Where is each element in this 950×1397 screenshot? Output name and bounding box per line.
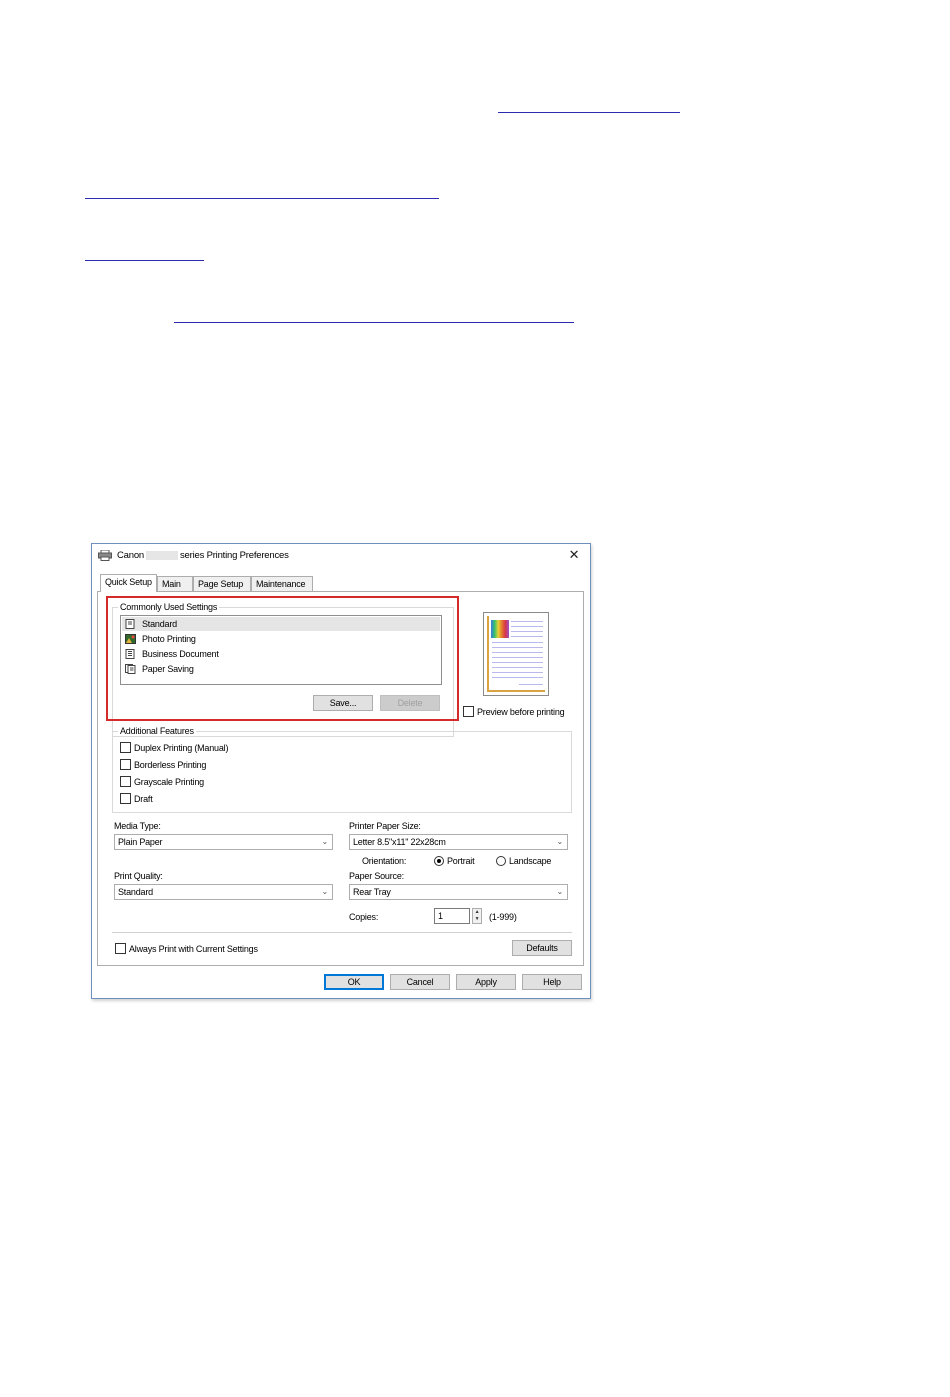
print-quality-select[interactable]: Standard ⌄ [114,884,333,900]
copies-label: Copies: [349,912,379,922]
printer-icon [98,550,112,561]
copies-spinner[interactable]: ▲ ▼ [472,908,482,924]
duplex-printing-label: Duplex Printing (Manual) [134,743,229,753]
paper-source-select[interactable]: Rear Tray ⌄ [349,884,568,900]
printing-preferences-dialog: Canon series Printing Preferences ✕ Quick… [91,543,591,999]
print-quality-label: Print Quality: [114,871,163,881]
page-link[interactable] [174,307,574,323]
preview-checkbox-label: Preview before printing [477,707,565,717]
paper-size-label: Printer Paper Size: [349,821,421,831]
spin-down-icon[interactable]: ▼ [473,916,481,923]
close-icon[interactable]: ✕ [566,547,582,563]
copies-input[interactable]: 1 [434,908,470,924]
tab-quick-setup[interactable]: Quick Setup [100,574,157,592]
paper-size-select[interactable]: Letter 8.5"x11" 22x28cm ⌄ [349,834,568,850]
highlight-frame [106,596,459,721]
redacted-model-name [146,550,178,560]
media-type-label: Media Type: [114,821,161,831]
duplex-printing-checkbox[interactable] [120,742,131,753]
borderless-printing-checkbox[interactable] [120,759,131,770]
always-print-checkbox[interactable] [115,943,126,954]
divider [112,932,572,933]
dialog-title: Canon series Printing Preferences [117,550,289,561]
chevron-down-icon: ⌄ [321,837,328,846]
draft-checkbox[interactable] [120,793,131,804]
preview-image [491,620,509,638]
paper-source-label: Paper Source: [349,871,404,881]
preview-page [487,616,545,692]
media-type-select[interactable]: Plain Paper ⌄ [114,834,333,850]
spin-up-icon[interactable]: ▲ [473,909,481,916]
chevron-down-icon: ⌄ [556,837,563,846]
tab-page-setup[interactable]: Page Setup [193,576,251,591]
tab-maintenance[interactable]: Maintenance [251,576,313,591]
defaults-button[interactable]: Defaults [512,940,572,956]
page-link[interactable] [85,245,204,261]
chevron-down-icon: ⌄ [321,887,328,896]
portrait-label: Portrait [447,856,475,866]
help-button[interactable]: Help [522,974,582,990]
chevron-down-icon: ⌄ [556,887,563,896]
ok-button[interactable]: OK [324,974,384,990]
grayscale-printing-label: Grayscale Printing [134,777,204,787]
landscape-label: Landscape [509,856,552,866]
title-bar: Canon series Printing Preferences ✕ [92,544,590,568]
print-preview [483,612,549,696]
portrait-radio[interactable] [434,856,444,866]
group-label: Additional Features [118,726,196,736]
quick-setup-panel: Commonly Used Settings Standard Photo Pr… [97,591,584,966]
page-link[interactable] [498,97,680,113]
grayscale-printing-checkbox[interactable] [120,776,131,787]
tab-main[interactable]: Main [157,576,193,591]
borderless-printing-label: Borderless Printing [134,760,207,770]
cancel-button[interactable]: Cancel [390,974,450,990]
orientation-label: Orientation: [362,856,407,866]
copies-range: (1-999) [489,912,517,922]
landscape-radio[interactable] [496,856,506,866]
apply-button[interactable]: Apply [456,974,516,990]
preview-checkbox[interactable] [463,706,474,717]
page-link[interactable] [85,183,439,199]
draft-label: Draft [134,794,153,804]
always-print-label: Always Print with Current Settings [129,944,258,954]
